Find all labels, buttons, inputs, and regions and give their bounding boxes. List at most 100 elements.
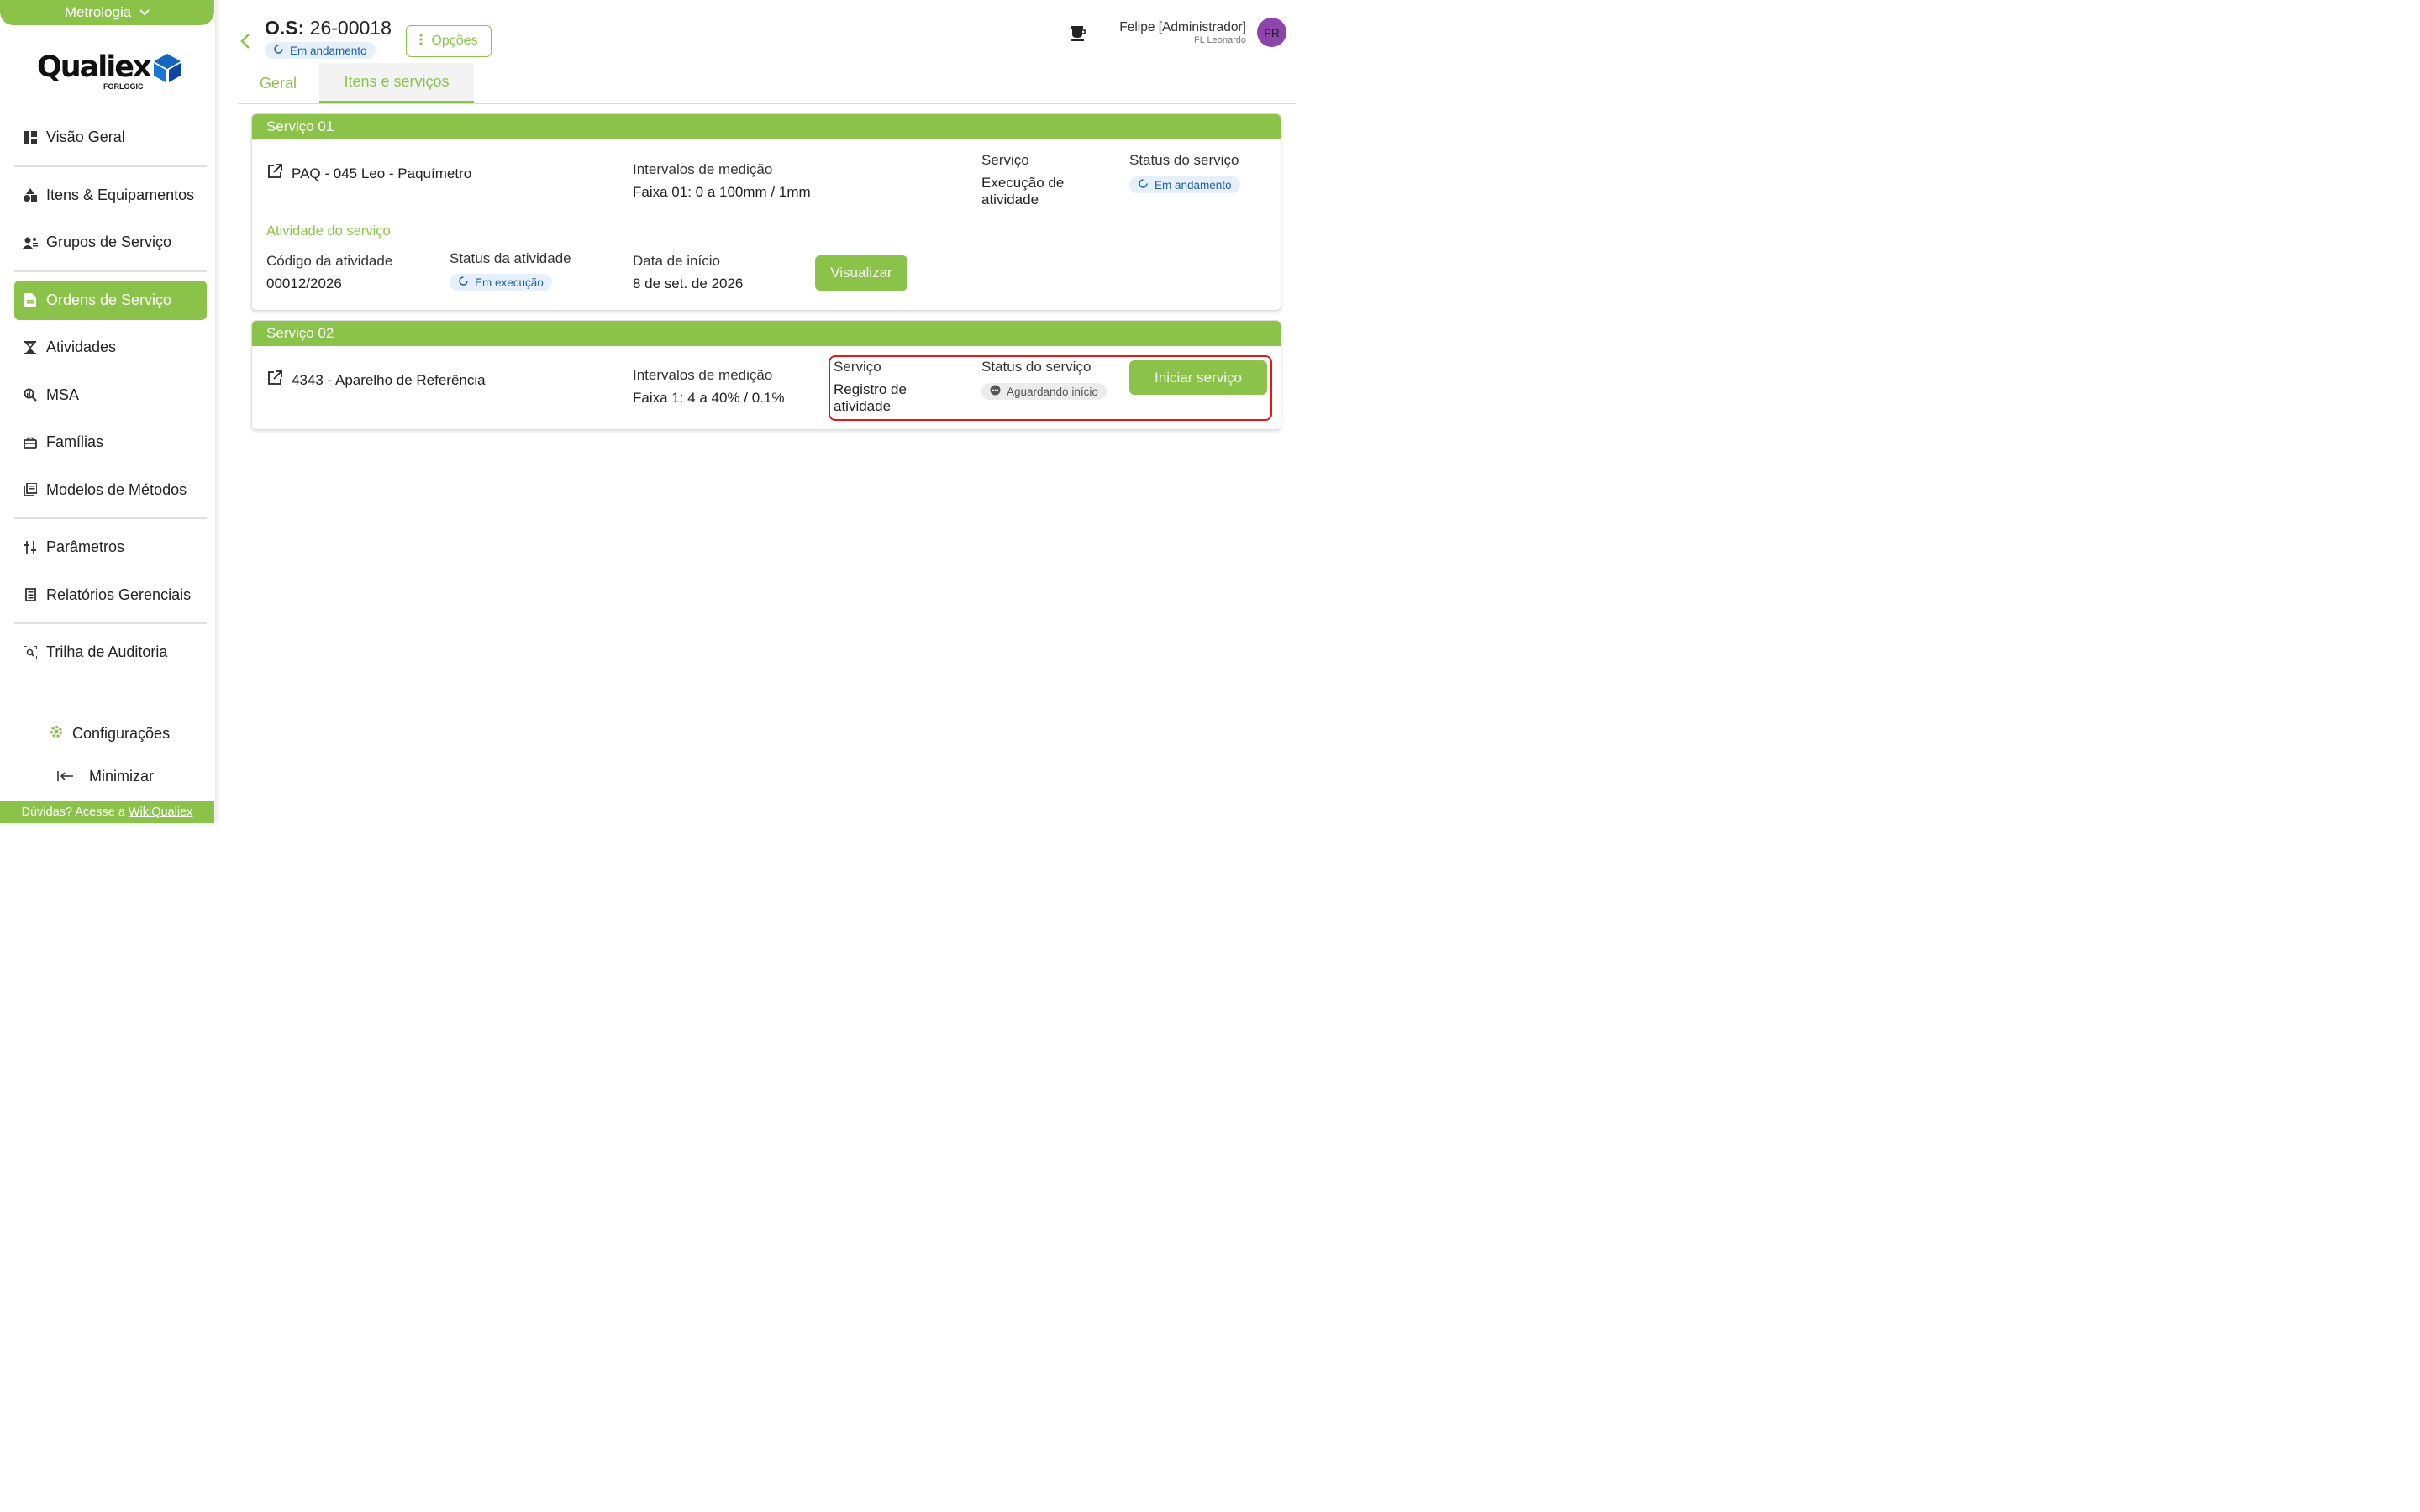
intervals-value: Faixa 1: 4 a 40% / 0.1% (633, 390, 785, 406)
module-selector[interactable]: Metrologia (0, 0, 214, 25)
qualiex-logo: Qualiex FORLOGIC (37, 50, 181, 91)
start-date-label: Data de início (633, 253, 720, 269)
service-item-name: 4343 - Aparelho de Referência (292, 371, 486, 388)
options-button[interactable]: Opções (406, 25, 492, 57)
sidebar-item-ordens-servico[interactable]: Ordens de Serviço (14, 280, 207, 320)
collapse-left-icon (57, 768, 74, 785)
minimize-label: Minimizar (89, 768, 155, 785)
user-name: Felipe [Administrador] (1119, 20, 1246, 34)
sidebar-item-label: MSA (46, 386, 80, 403)
zoom-icon (23, 387, 38, 402)
service-label: Serviço (981, 152, 1029, 168)
sidebar-nav: Visão Geral Itens & Equipamentos Grupos … (14, 118, 207, 680)
activity-code-value: 00012/2026 (266, 276, 342, 291)
service-item-name: PAQ - 045 Leo - Paquímetro (292, 165, 472, 181)
help-text: Dúvidas? Acesse a (21, 806, 125, 819)
service-item-link[interactable]: 4343 - Aparelho de Referência (266, 370, 486, 391)
tab-bar: Geral Itens e serviços (238, 63, 1296, 104)
dashboard-icon (23, 130, 38, 145)
minimize-button[interactable]: Minimizar (57, 768, 154, 785)
document-icon (23, 292, 38, 307)
sidebar-divider (14, 165, 207, 167)
sidebar-item-modelos-metodos[interactable]: Modelos de Métodos (14, 470, 207, 510)
settings-label: Configurações (72, 725, 171, 742)
sidebar-item-label: Visão Geral (46, 129, 125, 145)
service-status-label: Status do serviço (1129, 152, 1239, 168)
sliders-icon (23, 540, 38, 555)
sidebar-item-label: Ordens de Serviço (46, 291, 172, 308)
sidebar-item-trilha-auditoria[interactable]: Trilha de Auditoria (14, 633, 207, 672)
sidebar-item-label: Parâmetros (46, 538, 125, 555)
sidebar-item-grupos-servico[interactable]: Grupos de Serviço (14, 223, 207, 262)
sidebar-item-label: Itens & Equipamentos (46, 186, 195, 203)
os-status-text: Em andamento (290, 44, 367, 57)
hourglass-icon (23, 340, 38, 355)
activity-status-label: Status da atividade (450, 250, 571, 266)
shapes-icon (23, 187, 38, 202)
open-external-icon (266, 163, 283, 184)
library-icon (23, 482, 38, 497)
options-label: Opções (431, 34, 478, 48)
sidebar-item-atividades[interactable]: Atividades (14, 328, 207, 367)
open-external-icon (266, 370, 283, 391)
sidebar-item-familias[interactable]: Famílias (14, 423, 207, 462)
os-status-badge: Em andamento (265, 42, 376, 59)
logo-sub: FORLOGIC (103, 82, 144, 91)
service-card-title: Serviço 01 (252, 114, 1281, 139)
settings-button[interactable]: Configurações (49, 724, 170, 743)
avatar[interactable]: FR (1257, 18, 1286, 47)
toolbox-icon (23, 435, 38, 450)
service-value: Execução de atividade (981, 175, 1065, 207)
sidebar-item-label: Modelos de Métodos (46, 480, 187, 498)
back-arrow-icon[interactable] (239, 32, 252, 55)
service-status-badge: Em andamento (1129, 176, 1240, 193)
sidebar-item-relatorios[interactable]: Relatórios Gerenciais (14, 575, 207, 615)
tab-itens-servicos[interactable]: Itens e serviços (319, 63, 474, 103)
user-company: FL Leonardo (1194, 35, 1246, 45)
activity-status-text: Em execução (475, 276, 544, 289)
logo-mark-icon (153, 54, 181, 87)
sidebar-divider (14, 622, 207, 624)
service-card-title: Serviço 02 (252, 321, 1281, 346)
sidebar-item-msa[interactable]: MSA (14, 375, 207, 415)
gear-icon (49, 724, 64, 743)
service-status-text: Em andamento (1155, 178, 1232, 192)
sidebar-item-label: Atividades (46, 339, 117, 355)
sidebar-divider (14, 270, 207, 272)
view-button[interactable]: Visualizar (815, 255, 908, 291)
activity-status-badge: Em execução (450, 274, 552, 291)
sidebar-item-label: Trilha de Auditoria (46, 643, 168, 660)
service-card-02: Serviço 02 4343 - Aparelho de Referência… (251, 320, 1281, 430)
service-item-link[interactable]: PAQ - 045 Leo - Paquímetro (266, 163, 471, 184)
activity-section-title: Atividade do serviço (266, 223, 391, 239)
sidebar: Metrologia Qualiex FORLOGIC Visão Geral (0, 0, 215, 823)
sidebar-item-label: Relatórios Gerenciais (46, 585, 192, 603)
sidebar-item-visao-geral[interactable]: Visão Geral (14, 118, 207, 157)
wiki-link[interactable]: WikiQualiex (129, 806, 193, 819)
intervals-value: Faixa 01: 0 a 100mm / 1mm (633, 184, 811, 200)
sidebar-divider (14, 517, 207, 519)
service-card-01: Serviço 01 PAQ - 045 Leo - Paquímetro In… (251, 113, 1281, 311)
intervals-label: Intervalos de medição (633, 367, 773, 383)
sidebar-item-itens-equipamentos[interactable]: Itens & Equipamentos (14, 176, 207, 215)
intervals-label: Intervalos de medição (633, 161, 773, 177)
os-prefix: O.S: (265, 17, 305, 39)
group-icon (23, 235, 38, 250)
activity-code-label: Código da atividade (266, 253, 393, 269)
logo-text: Qualiex (37, 50, 152, 84)
tab-geral[interactable]: Geral (238, 63, 318, 103)
chevron-down-icon (139, 7, 150, 18)
coffee-cup-icon[interactable] (1069, 24, 1089, 48)
more-vertical-icon (419, 33, 424, 50)
help-footer: Dúvidas? Acesse a WikiQualiex (0, 801, 214, 823)
sidebar-item-label: Grupos de Serviço (46, 234, 172, 250)
os-number: 26-00018 (309, 17, 392, 39)
start-date-value: 8 de set. de 2026 (633, 276, 744, 291)
loading-icon (458, 276, 469, 289)
page-title: O.S: 26-00018 (265, 17, 392, 39)
audit-icon (23, 645, 38, 660)
sidebar-item-parametros[interactable]: Parâmetros (14, 528, 207, 567)
loading-icon (1138, 178, 1149, 192)
highlight-box (829, 355, 1272, 421)
sidebar-item-label: Famílias (46, 433, 104, 450)
